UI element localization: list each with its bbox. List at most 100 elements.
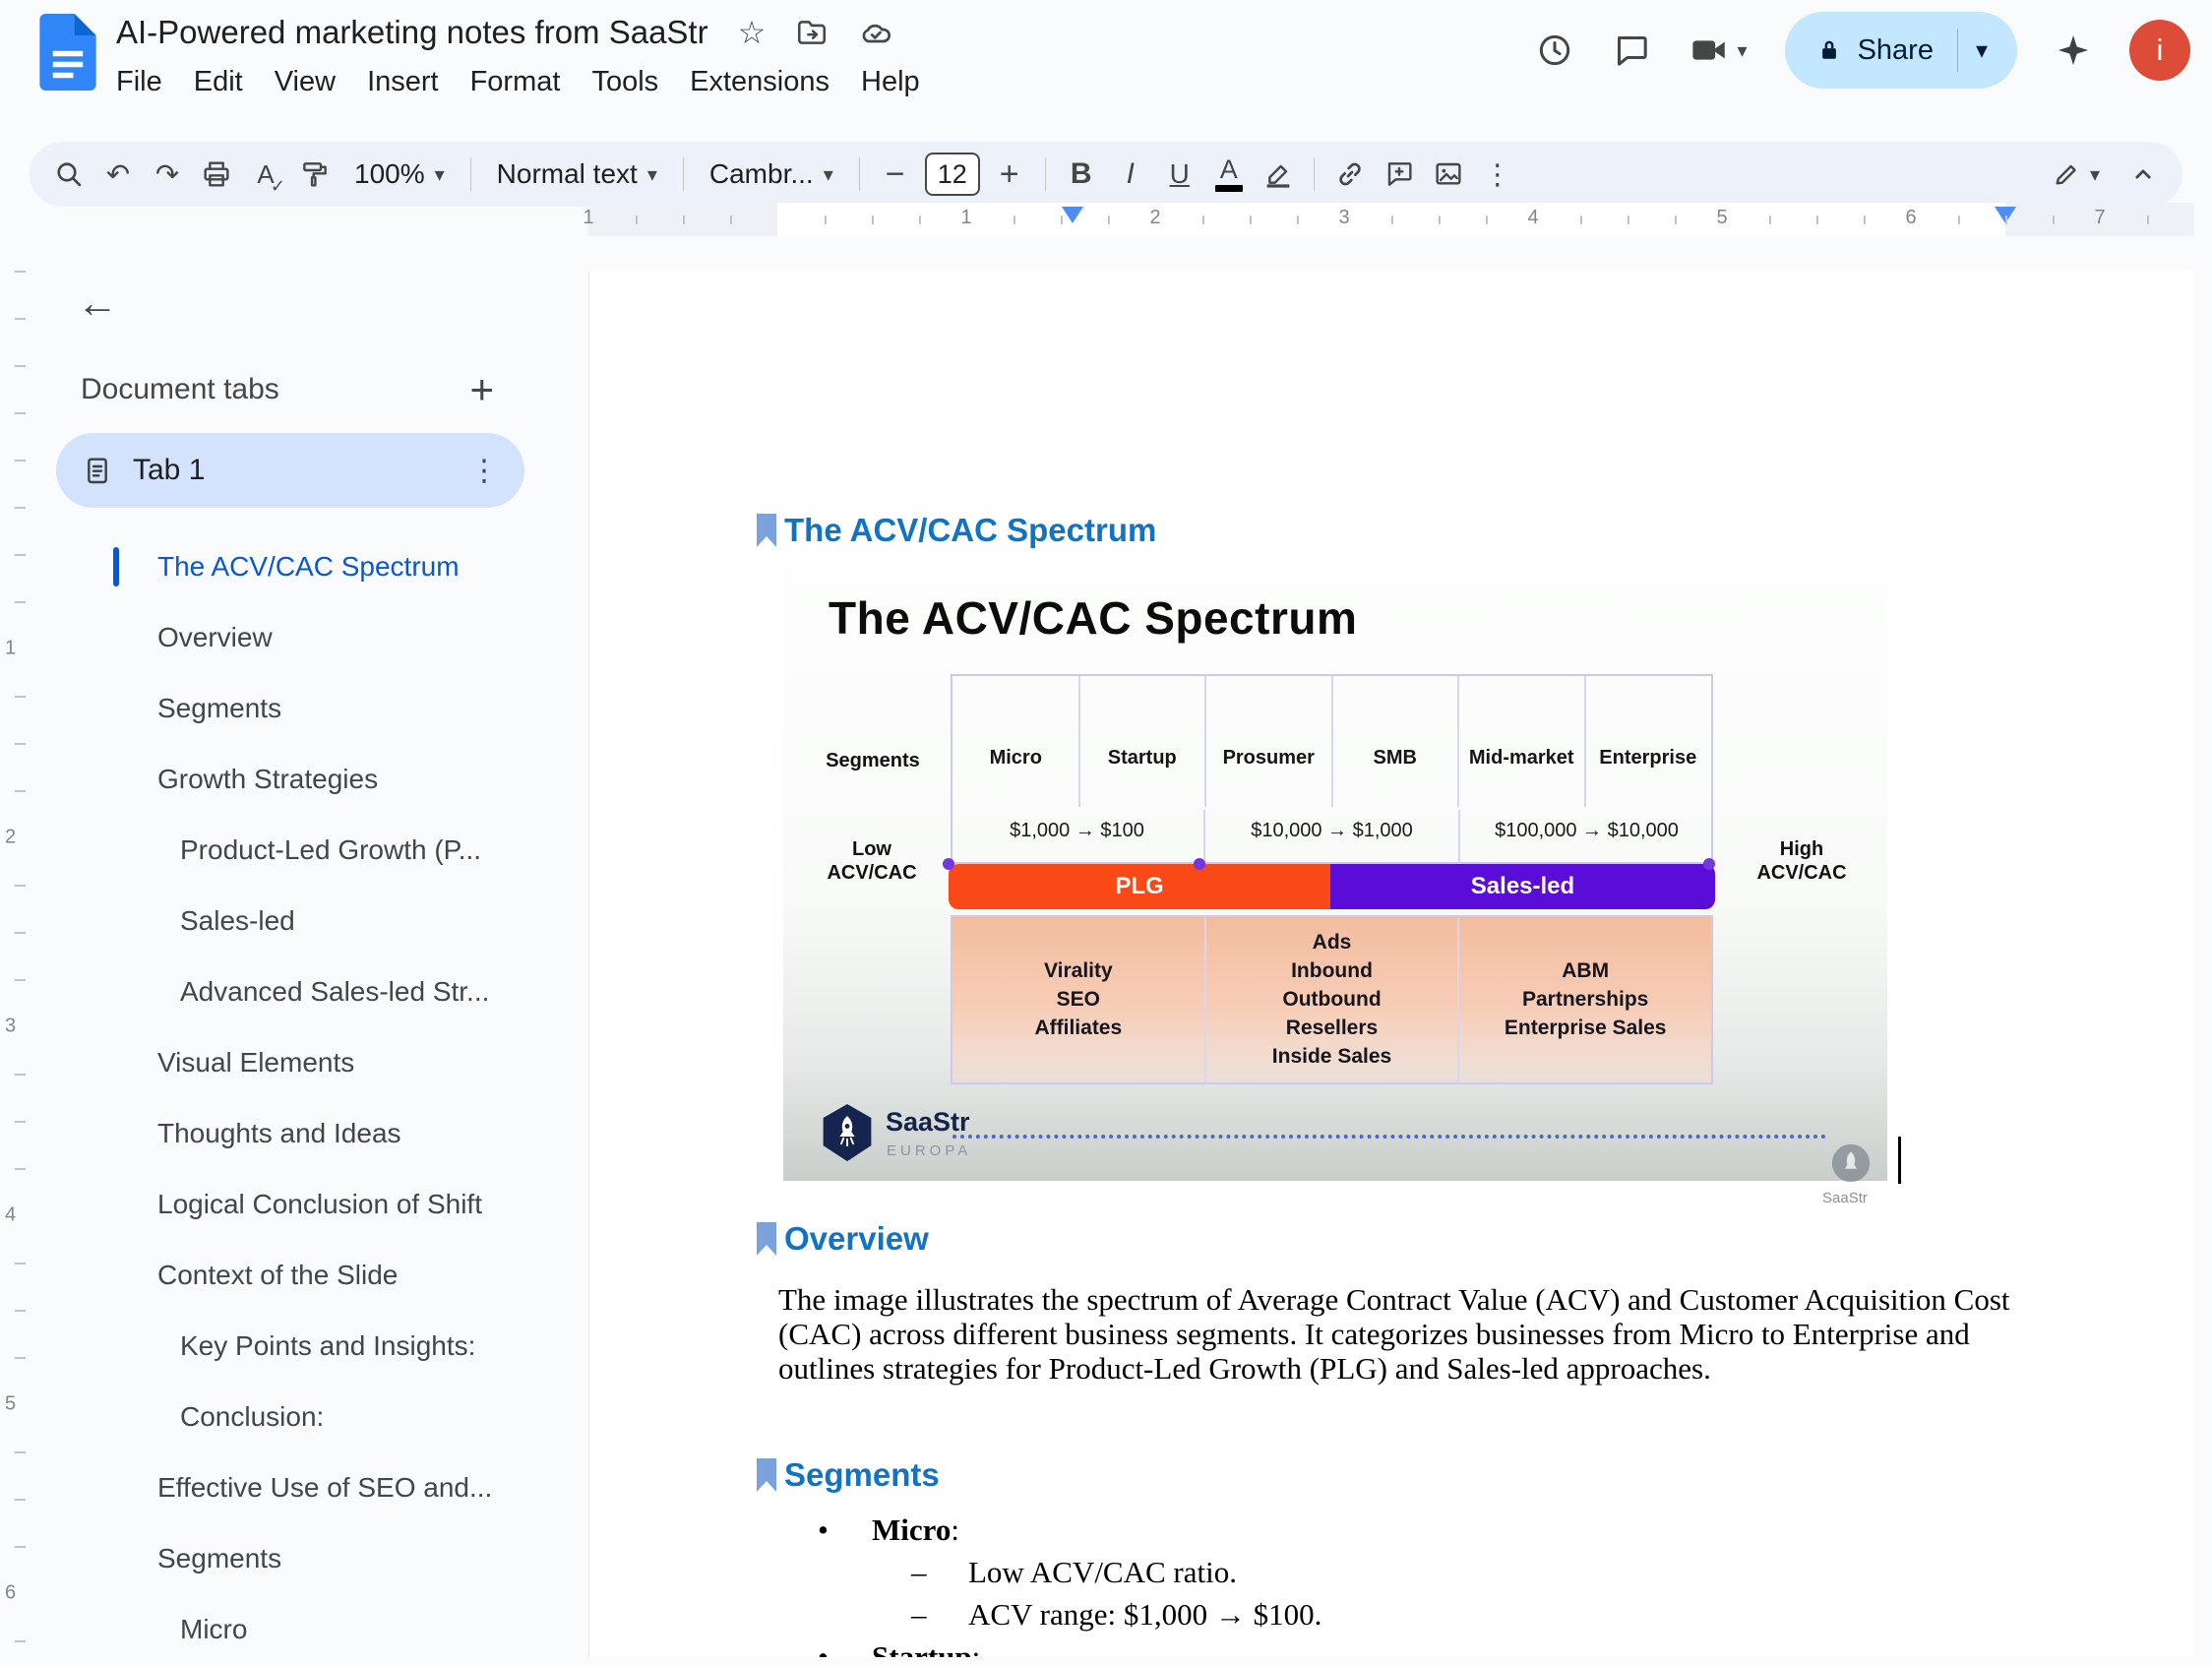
tab-item-tab-1[interactable]: Tab 1 ⋮ <box>56 433 524 508</box>
ruler-tick <box>730 216 732 224</box>
share-caret-icon[interactable]: ▾ <box>1972 36 1988 65</box>
outline-item-label: Key Points and Insights: <box>180 1330 475 1362</box>
highlight-color-button[interactable] <box>1255 148 1302 201</box>
paint-format-button[interactable] <box>291 148 338 201</box>
zoom-select[interactable]: 100% ▾ <box>340 158 459 190</box>
outline-item-label: Effective Use of SEO and... <box>157 1472 492 1504</box>
paragraph-style-select[interactable]: Normal text ▾ <box>483 158 671 190</box>
meet-call-button[interactable]: ▾ <box>1689 30 1748 71</box>
toolbar-divider <box>470 157 471 191</box>
share-button[interactable]: Share ▾ <box>1785 12 2017 89</box>
version-history-button[interactable] <box>1535 31 1574 70</box>
outline-item-logical-conclusion-of-shift[interactable]: Logical Conclusion of Shift <box>30 1169 581 1240</box>
embedded-slide-image[interactable]: The ACV/CAC Spectrum Segments MicroStart… <box>783 566 1887 1181</box>
add-tab-button[interactable]: + <box>469 366 494 413</box>
menu-format[interactable]: Format <box>455 59 577 105</box>
underline-button[interactable]: U <box>1156 148 1203 201</box>
list-text: Low ACV/CAC ratio. <box>968 1555 1237 1590</box>
sales-led-bar-segment: Sales-led <box>1330 864 1715 909</box>
outline-item-label: Overview <box>157 622 273 653</box>
google-docs-logo-icon[interactable] <box>39 14 96 91</box>
outline-item-context-of-the-slide[interactable]: Context of the Slide <box>30 1240 581 1311</box>
list-marker: • <box>818 1512 829 1548</box>
cloud-saved-icon[interactable] <box>858 15 893 50</box>
increase-font-size-button[interactable]: + <box>986 148 1033 201</box>
outline-item-visual-elements[interactable]: Visual Elements <box>30 1027 581 1098</box>
column-divider <box>1331 676 1333 807</box>
heading-acv-cac-spectrum[interactable]: The ACV/CAC Spectrum <box>757 512 1156 549</box>
outline-item-conclusion[interactable]: Conclusion: <box>30 1382 581 1452</box>
add-comment-button[interactable] <box>1376 148 1423 201</box>
gemini-button[interactable] <box>2055 31 2092 69</box>
heading-overview[interactable]: Overview <box>757 1220 929 1258</box>
overview-paragraph[interactable]: The image illustrates the spectrum of Av… <box>778 1282 2023 1386</box>
outline-item-advanced-sales-led-str[interactable]: Advanced Sales-led Str... <box>30 956 581 1027</box>
ruler-tick <box>15 271 26 273</box>
close-sidebar-button[interactable]: ← <box>77 279 118 327</box>
heading-text: Segments <box>784 1456 940 1494</box>
outline-item-sales-led[interactable]: Sales-led <box>30 886 581 956</box>
list-item[interactable]: •Startup: <box>589 1639 2194 1657</box>
font-family-select[interactable]: Cambr... ▾ <box>696 158 847 190</box>
outline-item-label: Segments <box>157 693 281 724</box>
menu-view[interactable]: View <box>259 59 351 105</box>
list-item[interactable]: •Micro: <box>589 1512 2194 1555</box>
document-page[interactable]: The ACV/CAC Spectrum The ACV/CAC Spectru… <box>588 271 2194 1657</box>
outline-item-effective-use-of-seo-and[interactable]: Effective Use of SEO and... <box>30 1452 581 1523</box>
ruler-tick <box>15 554 26 556</box>
outline-item-growth-strategies[interactable]: Growth Strategies <box>30 744 581 815</box>
document-title[interactable]: AI-Powered marketing notes from SaaStr <box>116 14 708 51</box>
outline-item-product-led-growth-p[interactable]: Product-Led Growth (P... <box>30 815 581 886</box>
undo-button[interactable]: ↶ <box>94 148 142 201</box>
heading-segments[interactable]: Segments <box>757 1456 940 1494</box>
document-tabs-sidebar: ← Document tabs + Tab 1 ⋮ The ACV/CAC Sp… <box>30 236 581 1657</box>
menu-bar: FileEditViewInsertFormatToolsExtensionsH… <box>100 59 936 105</box>
outline-item-micro[interactable]: Micro <box>30 1594 581 1665</box>
account-avatar[interactable]: i <box>2129 20 2190 81</box>
outline-item-overview[interactable]: Overview <box>30 602 581 673</box>
outline-item-key-points-and-insights[interactable]: Key Points and Insights: <box>30 1311 581 1382</box>
move-to-folder-icon[interactable] <box>795 16 829 49</box>
menu-edit[interactable]: Edit <box>178 59 259 105</box>
left-indent-marker[interactable] <box>1062 207 1083 223</box>
text-color-button[interactable]: A <box>1205 148 1253 201</box>
collapse-toolbar-button[interactable] <box>2120 148 2167 201</box>
outline-item-the-acv-cac-spectrum[interactable]: The ACV/CAC Spectrum <box>30 531 581 602</box>
print-button[interactable] <box>193 148 240 201</box>
list-item[interactable]: –Low ACV/CAC ratio. <box>589 1555 2194 1597</box>
outline-item-thoughts-and-ideas[interactable]: Thoughts and Ideas <box>30 1098 581 1169</box>
outline-item-segments[interactable]: Segments <box>30 1523 581 1594</box>
font-size-input[interactable]: 12 <box>925 153 980 196</box>
italic-button[interactable]: I <box>1107 148 1154 201</box>
toolbar-divider <box>859 157 860 191</box>
outline-item-segments[interactable]: Segments <box>30 673 581 744</box>
more-toolbar-options-button[interactable]: ⋮ <box>1474 148 1521 201</box>
meet-caret-icon[interactable]: ▾ <box>1738 38 1748 63</box>
menu-tools[interactable]: Tools <box>576 59 674 105</box>
editing-mode-button[interactable]: ▾ <box>2033 148 2118 201</box>
toolbar-divider <box>1045 157 1046 191</box>
insert-image-button[interactable] <box>1425 148 1472 201</box>
ruler-number: 7 <box>2094 207 2105 229</box>
star-icon[interactable]: ☆ <box>738 14 767 51</box>
bold-button[interactable]: B <box>1058 148 1105 201</box>
menu-file[interactable]: File <box>100 59 178 105</box>
tab-options-icon[interactable]: ⋮ <box>469 454 499 488</box>
ruler-tick <box>1250 216 1252 224</box>
decrease-font-size-button[interactable]: − <box>872 148 919 201</box>
dotted-line <box>952 1135 1826 1139</box>
menu-insert[interactable]: Insert <box>351 59 455 105</box>
redo-button[interactable]: ↷ <box>144 148 191 201</box>
strategy-item: SEO <box>1057 986 1100 1014</box>
comments-button[interactable] <box>1612 31 1651 70</box>
ruler-number: 2 <box>1149 207 1160 229</box>
insert-link-button[interactable] <box>1326 148 1374 201</box>
menu-extensions[interactable]: Extensions <box>674 59 845 105</box>
menu-help[interactable]: Help <box>845 59 936 105</box>
list-item[interactable]: –ACV range: $1,000 → $100. <box>589 1597 2194 1639</box>
ruler-tick <box>2053 216 2055 224</box>
search-menus-button[interactable] <box>45 148 92 201</box>
ruler-tick <box>15 412 26 414</box>
spellcheck-button[interactable]: A ✓ <box>242 148 289 201</box>
ruler-number: 3 <box>1338 207 1349 229</box>
